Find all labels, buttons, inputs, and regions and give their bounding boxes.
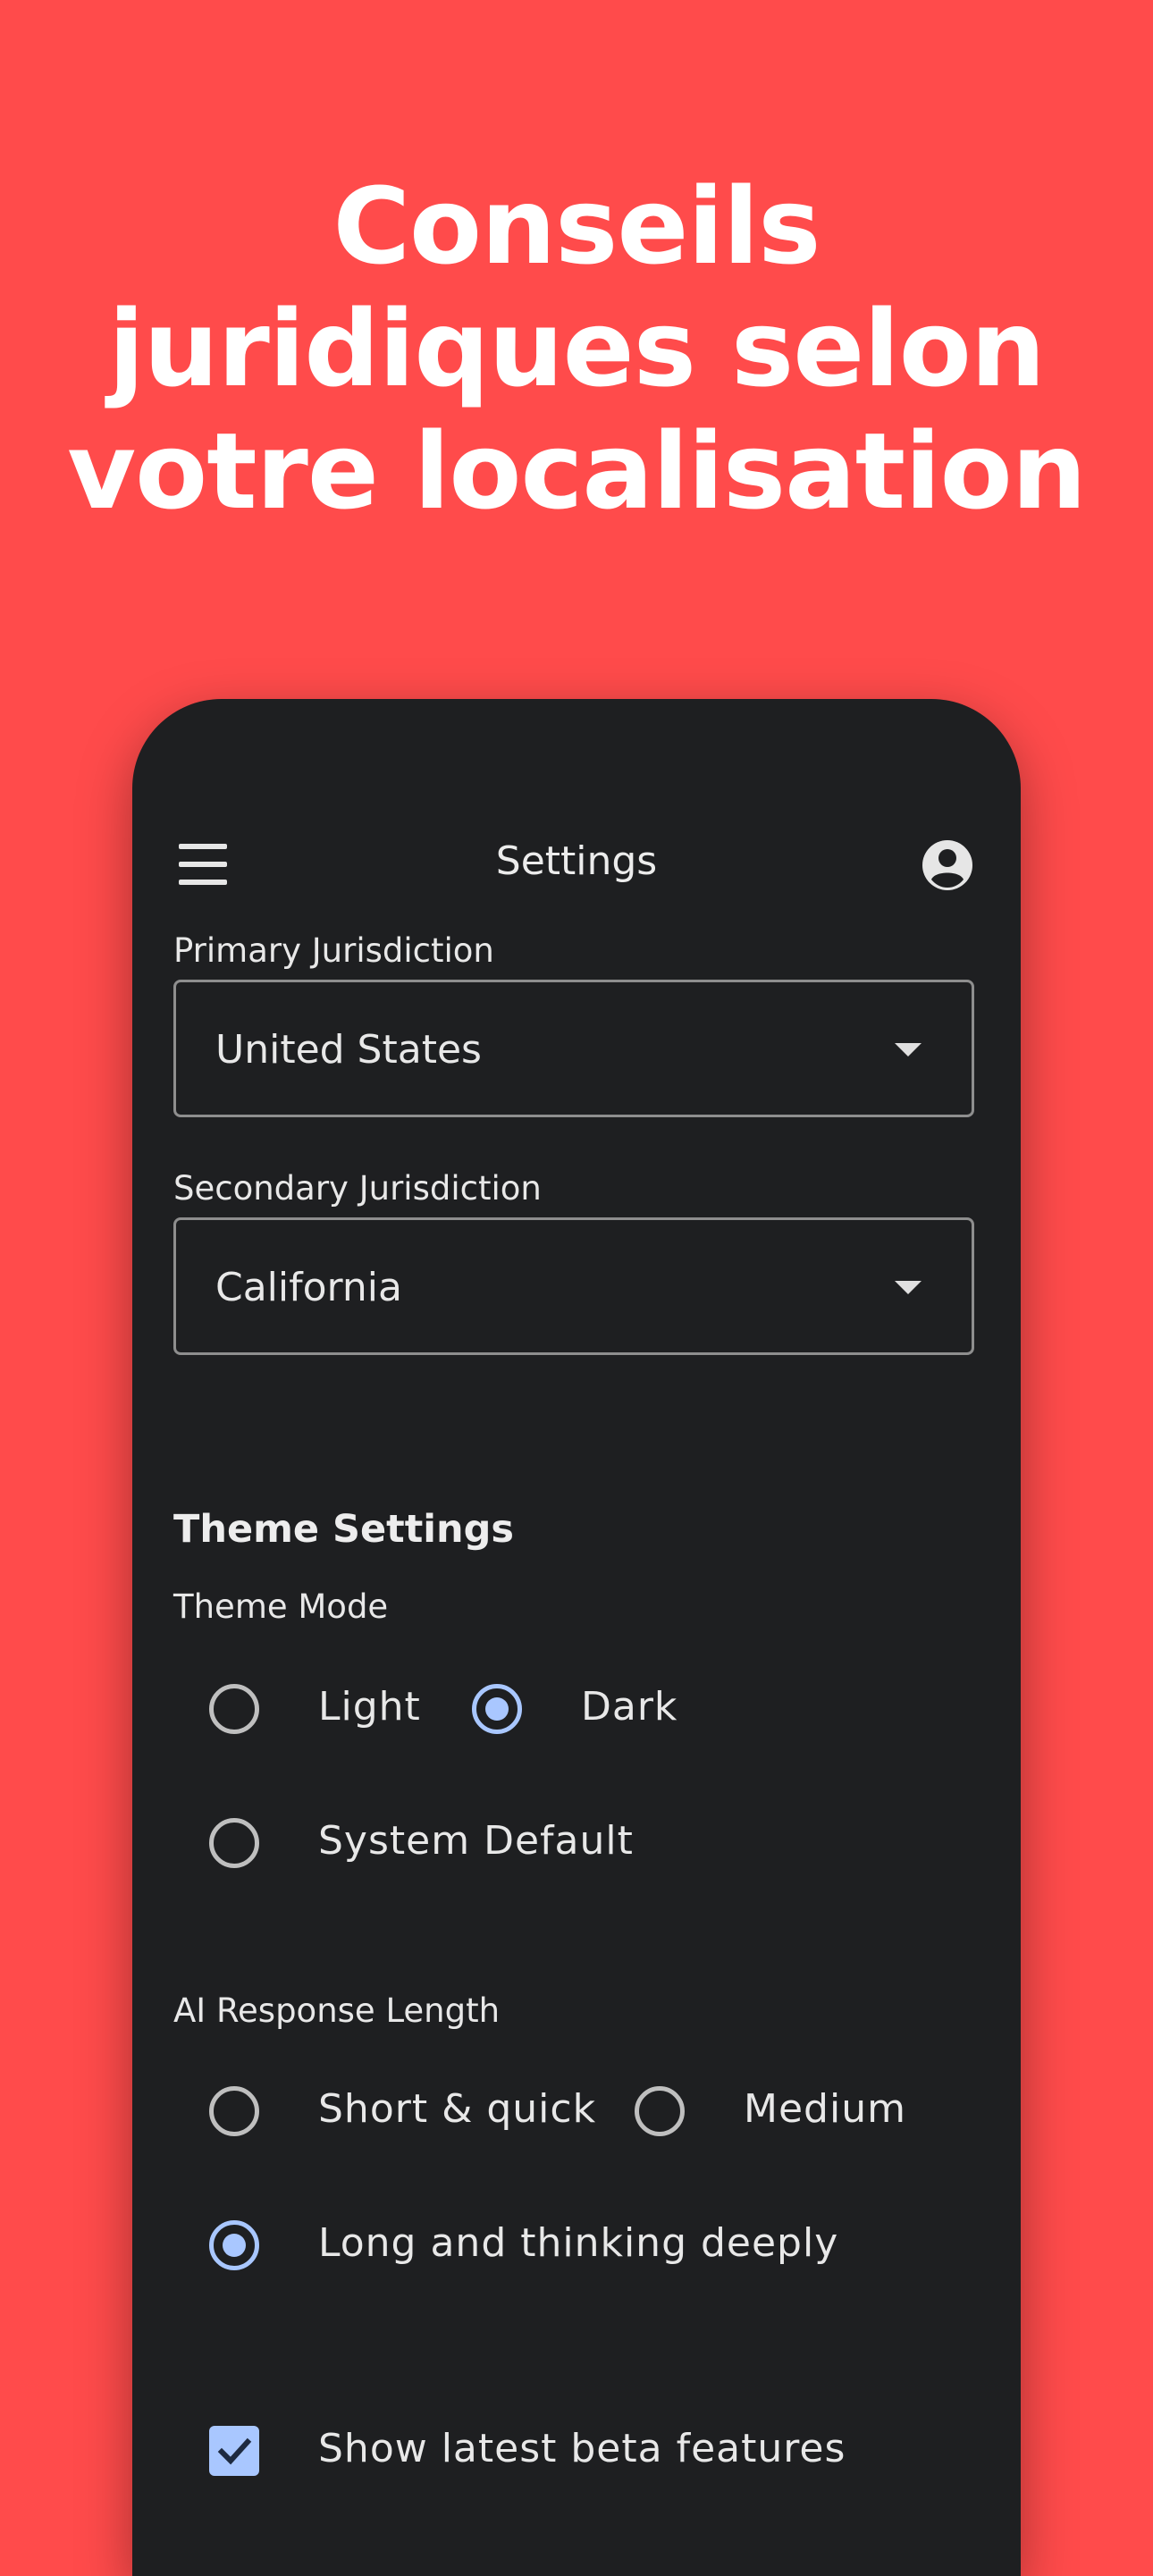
secondary-jurisdiction-value: California [215,1265,402,1310]
radio-label: Dark [581,1684,678,1730]
radio-button[interactable] [209,1684,259,1734]
radio-button[interactable] [635,2086,685,2136]
phone-screen: Settings Primary Jurisdiction United Sta… [132,699,1021,2576]
checkbox[interactable] [209,2426,259,2476]
radio-button[interactable] [472,1684,522,1734]
account-circle-icon[interactable] [921,838,974,892]
promo-headline: Conseils juridiques selon votre localisa… [0,165,1153,533]
radio-button[interactable] [209,2220,259,2270]
headline-line-3: votre localisation [67,409,1086,533]
theme-mode-label: Theme Mode [173,1587,389,1626]
radio-button[interactable] [209,1818,259,1868]
radio-label: Long and thinking deeply [318,2220,839,2266]
ai-response-length-label: AI Response Length [173,1991,501,2030]
radio-button[interactable] [209,2086,259,2136]
radio-label: Medium [744,2086,906,2132]
secondary-jurisdiction-label: Secondary Jurisdiction [173,1169,542,1208]
primary-jurisdiction-label: Primary Jurisdiction [173,931,494,970]
headline-line-2: juridiques selon [108,287,1046,410]
secondary-jurisdiction-dropdown[interactable]: California [173,1217,974,1355]
check-icon [217,2437,252,2465]
theme-settings-title: Theme Settings [173,1507,515,1552]
primary-jurisdiction-value: United States [215,1027,482,1073]
radio-label: System Default [318,1818,634,1864]
checkbox-label: Show latest beta features [318,2426,846,2471]
headline-line-1: Conseils [332,164,821,288]
dropdown-arrow-icon [895,1043,922,1056]
page-title: Settings [495,838,658,884]
dropdown-arrow-icon [895,1281,922,1294]
radio-label: Short & quick [318,2086,597,2132]
primary-jurisdiction-dropdown[interactable]: United States [173,980,974,1117]
radio-label: Light [318,1684,421,1730]
app-bar: Settings [132,806,1021,922]
